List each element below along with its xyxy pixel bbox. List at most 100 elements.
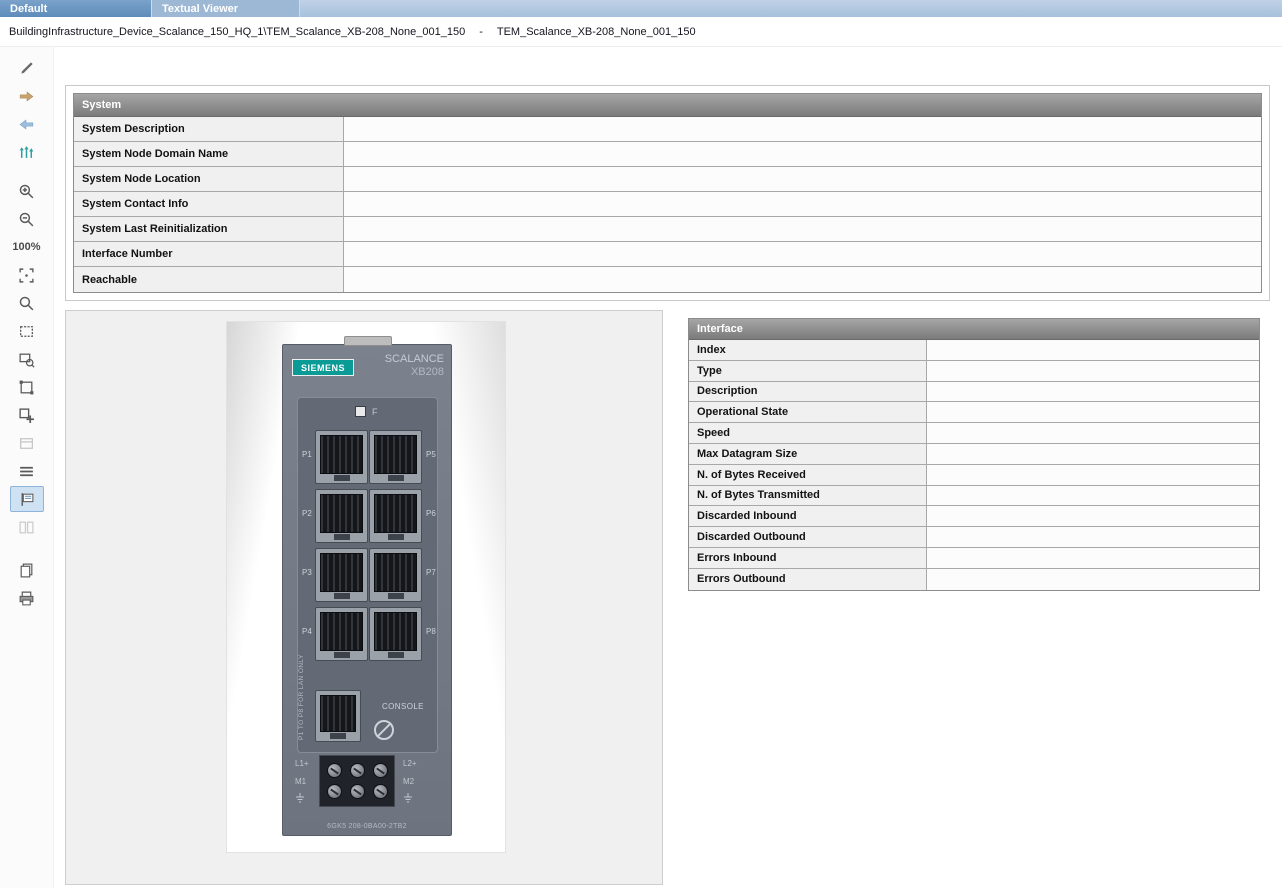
forward-arrow-icon[interactable] bbox=[10, 83, 44, 109]
lan-only-label: P1 TO P8 FOR LAN ONLY bbox=[298, 620, 305, 740]
row-value bbox=[344, 142, 1261, 166]
device-image-panel: SIEMENS SCALANCE XB208 F bbox=[65, 310, 663, 885]
din-clip bbox=[344, 336, 392, 346]
siemens-logo: SIEMENS bbox=[292, 359, 354, 376]
table-row: Reachable bbox=[74, 267, 1261, 292]
row-label: N. of Bytes Transmitted bbox=[689, 486, 927, 506]
rj45-port bbox=[315, 430, 368, 484]
row-value bbox=[344, 192, 1261, 216]
port-label-p6: P6 bbox=[426, 509, 436, 518]
power-label-l1: L1+ bbox=[295, 759, 309, 768]
left-toolbar: 100% bbox=[0, 47, 54, 888]
zoom-in-icon[interactable] bbox=[10, 178, 44, 204]
system-table: System System DescriptionSystem Node Dom… bbox=[73, 93, 1262, 293]
row-label: Operational State bbox=[689, 402, 927, 422]
frame-icon[interactable] bbox=[10, 430, 44, 456]
table-row: Description bbox=[689, 382, 1259, 403]
port-label-p7: P7 bbox=[426, 568, 436, 577]
row-label: System Description bbox=[74, 117, 344, 141]
row-value bbox=[344, 217, 1261, 241]
row-value bbox=[344, 117, 1261, 141]
crop-icon[interactable] bbox=[10, 374, 44, 400]
rj45-port bbox=[369, 607, 422, 661]
list-icon[interactable] bbox=[10, 458, 44, 484]
row-label: Type bbox=[689, 361, 927, 381]
layout-icon[interactable] bbox=[10, 514, 44, 540]
table-row: Errors Inbound bbox=[689, 548, 1259, 569]
table-row: Index bbox=[689, 340, 1259, 361]
tab-textual-viewer[interactable]: Textual Viewer bbox=[152, 0, 300, 17]
breadcrumb-separator: - bbox=[479, 26, 483, 38]
table-row: System Node Location bbox=[74, 167, 1261, 192]
row-value bbox=[344, 242, 1261, 266]
breadcrumb-path[interactable]: BuildingInfrastructure_Device_Scalance_1… bbox=[9, 26, 465, 38]
table-row: System Contact Info bbox=[74, 192, 1261, 217]
terminal-screw bbox=[350, 763, 365, 778]
power-label-m1: M1 bbox=[295, 777, 306, 786]
row-label: Discarded Inbound bbox=[689, 506, 927, 526]
row-value bbox=[927, 465, 1259, 485]
port-label-p3: P3 bbox=[302, 568, 312, 577]
signal-levels-icon[interactable] bbox=[10, 139, 44, 165]
interface-table-body: IndexTypeDescriptionOperational StateSpe… bbox=[689, 340, 1259, 590]
table-row: System Description bbox=[74, 117, 1261, 142]
prohibition-icon bbox=[374, 720, 394, 740]
textual-view-icon[interactable] bbox=[10, 486, 44, 512]
rj45-port bbox=[315, 548, 368, 602]
row-value bbox=[927, 340, 1259, 360]
add-view-icon[interactable] bbox=[10, 402, 44, 428]
table-row: Discarded Inbound bbox=[689, 506, 1259, 527]
print-icon[interactable] bbox=[10, 585, 44, 611]
table-row: Speed bbox=[689, 423, 1259, 444]
row-value bbox=[344, 267, 1261, 292]
tab-default-label: Default bbox=[10, 3, 47, 15]
system-table-header: System bbox=[74, 94, 1261, 117]
power-label-m2: M2 bbox=[403, 777, 414, 786]
back-arrow-icon[interactable] bbox=[10, 111, 44, 137]
row-value bbox=[927, 486, 1259, 506]
power-terminal-block bbox=[319, 755, 395, 807]
table-row: N. of Bytes Transmitted bbox=[689, 486, 1259, 507]
row-label: Speed bbox=[689, 423, 927, 443]
tab-bar: Default Textual Viewer bbox=[0, 0, 1282, 17]
table-row: Interface Number bbox=[74, 242, 1261, 267]
table-row: System Last Reinitialization bbox=[74, 217, 1261, 242]
breadcrumb: BuildingInfrastructure_Device_Scalance_1… bbox=[0, 17, 1282, 47]
row-label: N. of Bytes Received bbox=[689, 465, 927, 485]
fault-led bbox=[355, 406, 366, 417]
terminal-screw bbox=[373, 763, 388, 778]
ground-icon bbox=[295, 793, 305, 803]
table-row: Discarded Outbound bbox=[689, 527, 1259, 548]
terminal-screw bbox=[350, 784, 365, 799]
rj45-port bbox=[369, 548, 422, 602]
tab-default[interactable]: Default bbox=[0, 0, 152, 17]
row-label: System Node Location bbox=[74, 167, 344, 191]
row-label: Errors Outbound bbox=[689, 569, 927, 590]
table-row: Type bbox=[689, 361, 1259, 382]
row-label: Max Datagram Size bbox=[689, 444, 927, 464]
fault-led-label: F bbox=[372, 407, 378, 417]
interface-table-header: Interface bbox=[689, 319, 1259, 340]
interface-table: Interface IndexTypeDescriptionOperationa… bbox=[688, 318, 1260, 591]
select-area-icon[interactable] bbox=[10, 318, 44, 344]
search-icon[interactable] bbox=[10, 290, 44, 316]
row-label: System Contact Info bbox=[74, 192, 344, 216]
copy-icon[interactable] bbox=[10, 557, 44, 583]
device-part-number: 6GK5 208-0BA00-2TB2 bbox=[283, 823, 451, 830]
console-port bbox=[315, 690, 361, 742]
device-model-line2: XB208 bbox=[385, 366, 444, 379]
row-value bbox=[927, 444, 1259, 464]
edit-pen-icon[interactable] bbox=[10, 55, 44, 81]
device-model-line1: SCALANCE bbox=[385, 353, 444, 366]
row-label: Index bbox=[689, 340, 927, 360]
zoom-fit-icon[interactable] bbox=[10, 262, 44, 288]
zoom-level-label[interactable]: 100% bbox=[10, 234, 44, 260]
row-value bbox=[927, 548, 1259, 568]
row-label: Errors Inbound bbox=[689, 548, 927, 568]
zoom-area-icon[interactable] bbox=[10, 346, 44, 372]
scalance-device: SIEMENS SCALANCE XB208 F bbox=[282, 344, 452, 836]
table-row: Operational State bbox=[689, 402, 1259, 423]
terminal-screw bbox=[327, 784, 342, 799]
zoom-out-icon[interactable] bbox=[10, 206, 44, 232]
row-value bbox=[927, 569, 1259, 590]
